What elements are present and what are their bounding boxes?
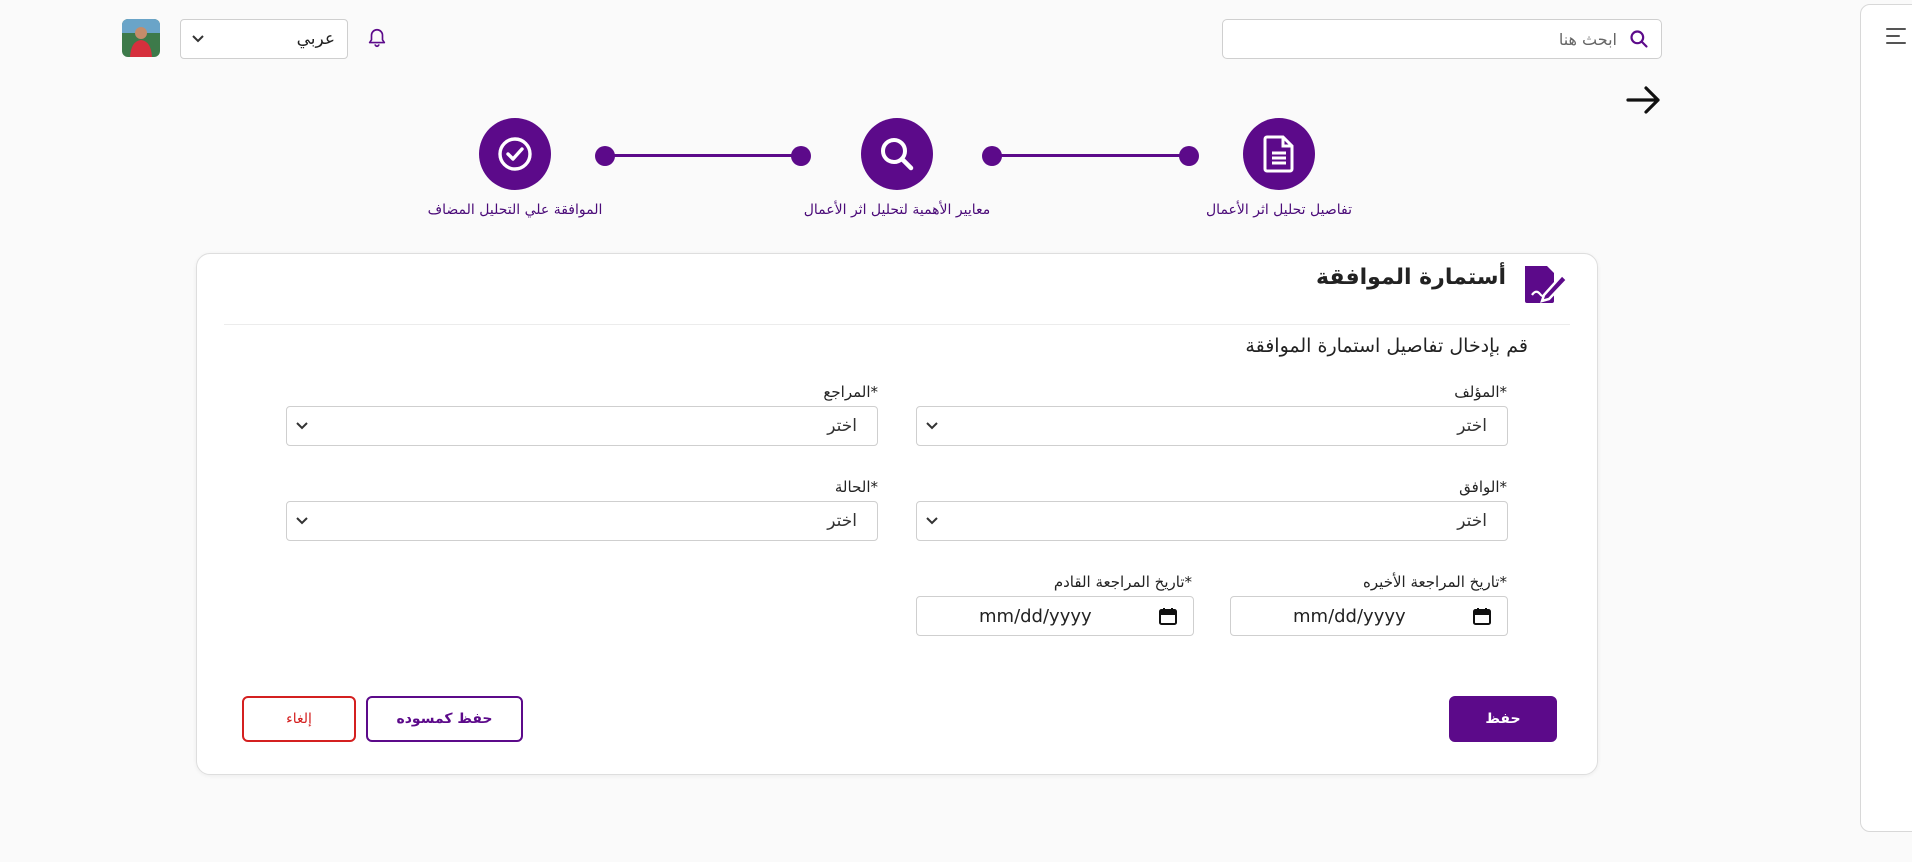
search-icon[interactable] [1629, 29, 1649, 49]
avatar[interactable] [122, 19, 160, 57]
calendar-icon[interactable] [1473, 607, 1491, 625]
next-review-date-label: *تاريخ المراجعة القادم [1053, 573, 1192, 591]
next-review-date-value: mm/dd/yyyy [979, 605, 1092, 627]
save-button[interactable]: حفظ [1449, 696, 1557, 742]
stepper-dot [982, 146, 1002, 166]
side-panel [1860, 4, 1912, 832]
stepper-dot [791, 146, 811, 166]
chevron-down-icon [296, 517, 308, 525]
last-review-date-input[interactable]: mm/dd/yyyy [1230, 596, 1508, 636]
form-title: أستمارة الموافقة [1316, 265, 1506, 290]
approver-label: *الوافق [1459, 478, 1507, 496]
reviewer-select-value: اختر [827, 416, 857, 436]
language-select[interactable]: عربي [180, 19, 348, 59]
stepper-dot [1179, 146, 1199, 166]
last-review-date-value: mm/dd/yyyy [1293, 605, 1406, 627]
search-bar[interactable] [1222, 19, 1662, 59]
reviewer-label: *المراجع [823, 383, 878, 401]
cancel-button[interactable]: إلغاء [242, 696, 356, 742]
chevron-down-icon [296, 422, 308, 430]
reviewer-select[interactable]: اختر [286, 406, 878, 446]
bell-icon[interactable] [366, 27, 388, 49]
status-select[interactable]: اختر [286, 501, 878, 541]
step-2-label: معايير الأهمية لتحليل اثر الأعمال [803, 202, 991, 218]
form-subtitle: قم بإدخال تفاصيل استمارة الموافقة [1245, 335, 1528, 357]
step-2-circle[interactable] [861, 118, 933, 190]
last-review-date-label: *تاريخ المراجعة الأخيره [1363, 573, 1507, 591]
chevron-down-icon [926, 422, 938, 430]
status-select-value: اختر [827, 511, 857, 531]
arrow-right-icon[interactable] [1624, 82, 1664, 118]
approver-select-value: اختر [1457, 511, 1487, 531]
step-3-label: الموافقة علي التحليل المضاف [427, 202, 603, 218]
status-label: *الحالة [834, 478, 878, 496]
document-icon [1263, 135, 1294, 173]
chevron-down-icon [192, 35, 204, 43]
divider [224, 324, 1570, 325]
calendar-icon[interactable] [1159, 607, 1177, 625]
stepper-connector [1000, 154, 1188, 157]
step-3-circle[interactable] [479, 118, 551, 190]
approver-select[interactable]: اختر [916, 501, 1508, 541]
stepper-connector [606, 154, 802, 157]
step-1-circle[interactable] [1243, 118, 1315, 190]
form-edit-icon [1522, 263, 1570, 305]
search-icon [881, 138, 914, 171]
chevron-down-icon [926, 517, 938, 525]
save-draft-button[interactable]: حفظ كمسوده [366, 696, 523, 742]
menu-icon[interactable] [1884, 24, 1908, 48]
check-circle-icon [498, 137, 532, 171]
author-select[interactable]: اختر [916, 406, 1508, 446]
search-input[interactable] [1235, 28, 1619, 50]
language-value: عربي [296, 29, 335, 49]
step-1-label: تفاصيل تحليل اثر الأعمال [1206, 202, 1352, 218]
author-select-value: اختر [1457, 416, 1487, 436]
stepper-dot [595, 146, 615, 166]
author-label: *المؤلف [1454, 383, 1507, 401]
next-review-date-input[interactable]: mm/dd/yyyy [916, 596, 1194, 636]
